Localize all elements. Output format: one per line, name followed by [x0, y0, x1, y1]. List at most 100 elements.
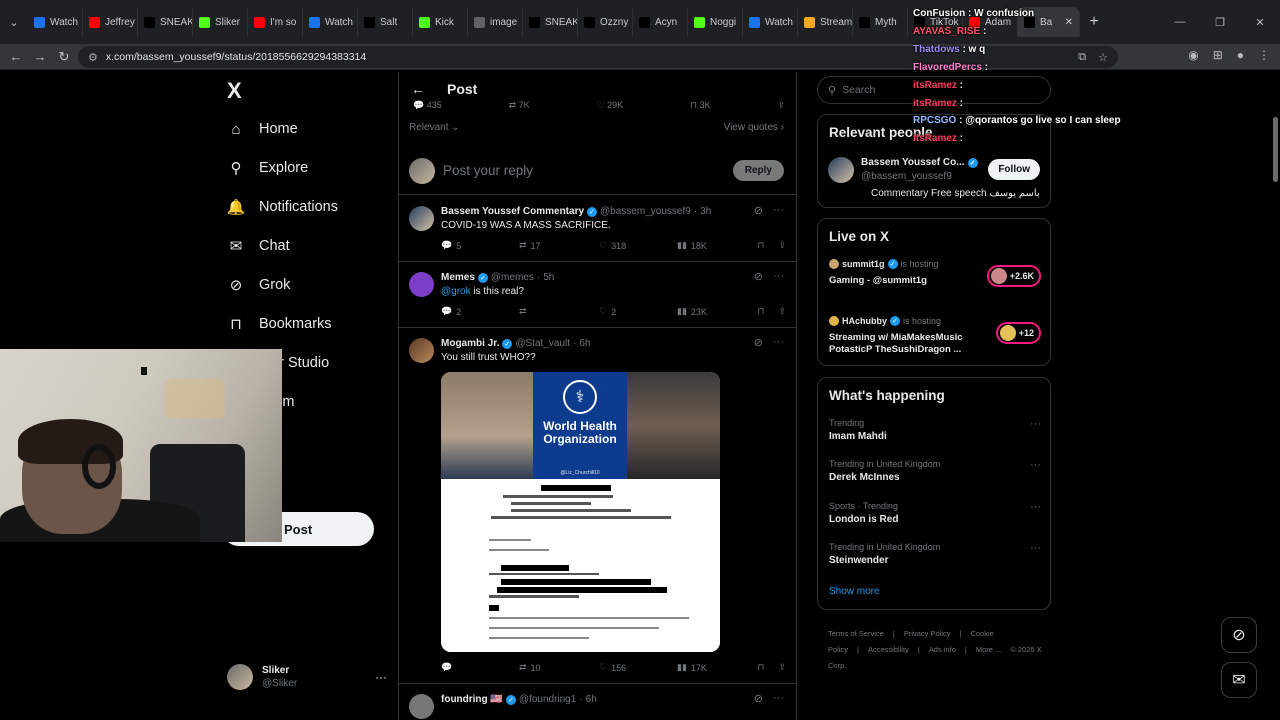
author-name[interactable]: Memes — [441, 272, 475, 283]
more-dots-icon[interactable]: ··· — [773, 204, 784, 217]
new-tab-button[interactable]: + — [1080, 13, 1108, 31]
grok-icon[interactable]: ⊘ — [1221, 617, 1257, 653]
forward-arrow-icon[interactable]: → — [28, 49, 52, 64]
more-dots-icon[interactable]: ··· — [375, 670, 387, 684]
tab-search-icon[interactable]: ⌄ — [0, 8, 28, 36]
menu-icon[interactable]: ⋮ — [1258, 48, 1270, 62]
more-dots-icon[interactable]: ··· — [1030, 542, 1041, 554]
share-icon[interactable]: ⇪ — [778, 240, 786, 251]
more-dots-icon[interactable]: ··· — [1030, 501, 1041, 513]
browser-tab[interactable]: image — [468, 7, 523, 37]
nav-item-grok[interactable]: ⊘ Grok — [227, 276, 291, 294]
author-handle[interactable]: @Stat_vault — [515, 338, 570, 349]
browser-tab[interactable]: Watch — [743, 7, 798, 37]
x-logo-icon[interactable]: X — [227, 78, 242, 104]
repost-count[interactable]: ⇄ 7K — [509, 100, 530, 111]
nav-item-home[interactable]: ⌂ Home — [227, 120, 297, 138]
footer-link[interactable]: Privacy Policy — [904, 629, 951, 638]
reply-input[interactable]: Post your reply — [443, 163, 533, 178]
site-info-icon[interactable]: ⚙ — [88, 51, 98, 64]
reply-action[interactable]: 💬 2 — [441, 306, 519, 317]
close-window-icon[interactable]: ✕ — [1240, 0, 1280, 44]
more-dots-icon[interactable]: ··· — [773, 270, 784, 283]
timestamp[interactable]: 5h — [543, 272, 554, 283]
like-count[interactable]: ♡ 29K — [597, 100, 624, 111]
account-switcher[interactable]: Sliker @Sliker ··· — [227, 660, 387, 694]
browser-tab[interactable]: Watch — [303, 7, 358, 37]
browser-tab[interactable]: Ozzny — [578, 7, 633, 37]
views-action[interactable]: ▮▮ 23K — [677, 306, 757, 317]
browser-tab[interactable]: SNEAK — [138, 7, 193, 37]
avatar[interactable] — [409, 694, 434, 719]
avatar[interactable] — [409, 338, 434, 363]
back-icon[interactable]: ← — [411, 81, 425, 97]
browser-tab[interactable]: Jeffrey — [83, 7, 138, 37]
footer-link[interactable]: Accessibility — [868, 645, 909, 654]
trend-item[interactable]: Trending in United Kingdom Steinwender ·… — [829, 542, 1041, 566]
share-icon[interactable]: ⇪ — [778, 306, 786, 317]
reply-tweet[interactable]: Bassem Youssef Commentary ✓ @bassem_yous… — [399, 196, 796, 262]
install-app-icon[interactable]: ⧉ — [1078, 51, 1086, 64]
timestamp[interactable]: 6h — [586, 694, 597, 705]
timestamp[interactable]: 3h — [700, 206, 711, 217]
footer-link[interactable]: Ads info — [929, 645, 956, 654]
browser-tab[interactable]: Stream — [798, 7, 853, 37]
grok-icon[interactable]: ⊘ — [754, 336, 763, 349]
author-name[interactable]: Bassem Youssef Commentary — [441, 206, 584, 217]
nav-item-mail[interactable]: ✉ Chat — [227, 237, 290, 255]
minimize-icon[interactable]: — — [1160, 0, 1200, 44]
nav-item-bookmark[interactable]: ⊓ Bookmarks — [227, 315, 331, 333]
nav-item-bell[interactable]: 🔔 Notifications — [227, 198, 338, 216]
sort-dropdown[interactable]: Relevant ⌄ — [409, 122, 460, 133]
like-action[interactable]: ♡ 2 — [599, 306, 677, 317]
live-listeners-badge[interactable]: +2.6K — [986, 265, 1041, 287]
trend-item[interactable]: Trending in United Kingdom Derek McInnes… — [829, 459, 1041, 483]
reply-tweet[interactable]: Memes ✓ @memes · 5h ⊘ ··· @grok is this r… — [399, 262, 796, 328]
show-more-link[interactable]: Show more — [829, 586, 880, 597]
trend-item[interactable]: Trending Imam Mahdi ··· — [829, 418, 1041, 442]
live-item[interactable]: HAchubby ✓ is hosting Streaming w/ MiaMake… — [829, 316, 1041, 355]
reply-tweet[interactable]: foundring 🇺🇸 ✓ @foundring1 · 6h ⊘ ··· — [399, 684, 796, 720]
views-action[interactable]: ▮▮ 18K — [677, 240, 757, 251]
avatar[interactable] — [828, 157, 854, 183]
browser-tab[interactable]: Sliker — [193, 7, 248, 37]
browser-tab[interactable]: Watch — [28, 7, 83, 37]
browser-tab[interactable]: SNEAK — [523, 7, 578, 37]
browser-tab[interactable]: Noggi — [688, 7, 743, 37]
like-action[interactable]: ♡ 156 — [599, 662, 677, 673]
nav-item-search[interactable]: ⚲ Explore — [227, 159, 309, 177]
like-action[interactable]: ♡ 318 — [599, 240, 677, 251]
view-quotes-link[interactable]: View quotes › — [724, 122, 784, 133]
browser-tab[interactable]: Myth — [853, 7, 908, 37]
browser-tab[interactable]: Salt — [358, 7, 413, 37]
bookmark-icon[interactable]: ⊓ — [757, 306, 764, 317]
reply-tweet[interactable]: Mogambi Jr. ✓ @Stat_vault · 6h ⊘ ··· You … — [399, 328, 796, 684]
author-name[interactable]: Mogambi Jr. — [441, 338, 499, 349]
mention-link[interactable]: @grok — [441, 286, 471, 297]
share-icon[interactable]: ⇪ — [777, 100, 785, 111]
repost-action[interactable]: ⇄ 17 — [519, 240, 599, 251]
browser-tab[interactable]: I'm so — [248, 7, 303, 37]
extension-icon[interactable]: ◉ — [1188, 48, 1198, 62]
live-listeners-badge[interactable]: +12 — [995, 322, 1041, 344]
more-dots-icon[interactable]: ··· — [773, 692, 784, 705]
timestamp[interactable]: 6h — [579, 338, 590, 349]
grok-icon[interactable]: ⊘ — [754, 270, 763, 283]
repost-action[interactable]: ⇄ 10 — [519, 662, 599, 673]
grok-icon[interactable]: ⊘ — [754, 692, 763, 705]
views-action[interactable]: ▮▮ 17K — [677, 662, 757, 673]
reply-action[interactable]: 💬 5 — [441, 240, 519, 251]
puzzle-icon[interactable]: ⊞ — [1213, 48, 1223, 62]
bookmark-icon[interactable]: ⊓ — [757, 240, 764, 251]
bookmark-count[interactable]: ⊓ 3K — [690, 100, 711, 111]
more-dots-icon[interactable]: ··· — [1030, 459, 1041, 471]
reply-count[interactable]: 💬 435 — [413, 100, 442, 111]
close-tab-icon[interactable]: ✕ — [1065, 17, 1073, 28]
footer-link[interactable]: Terms of Service — [828, 629, 884, 638]
reply-action[interactable]: 💬 — [441, 662, 519, 673]
avatar[interactable] — [409, 206, 434, 231]
author-handle[interactable]: @foundring1 — [519, 694, 576, 705]
trend-item[interactable]: Sports · Trending London is Red ··· — [829, 501, 1041, 525]
repost-action[interactable]: ⇄ — [519, 306, 599, 317]
share-icon[interactable]: ⇪ — [778, 662, 786, 673]
